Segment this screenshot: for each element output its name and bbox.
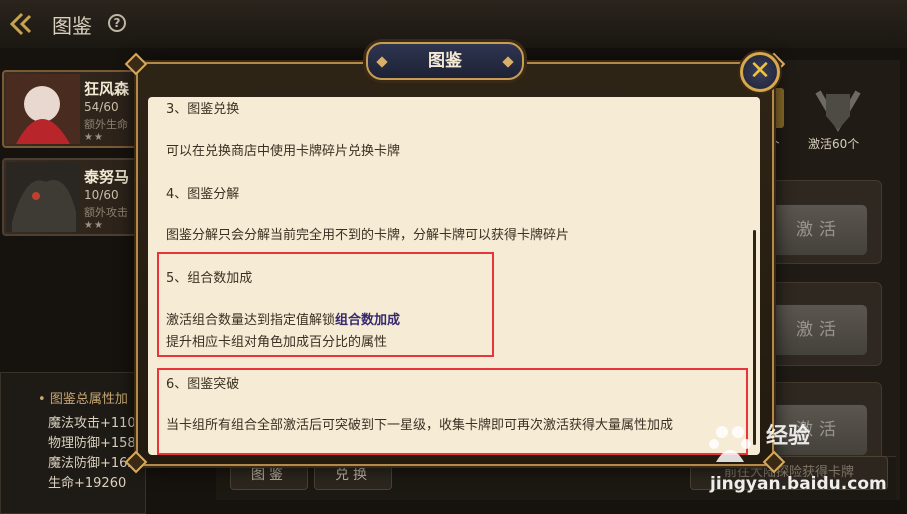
section-heading: 4、图鉴分解	[166, 187, 240, 202]
section-heading: 3、图鉴兑换	[166, 102, 240, 117]
stats-title: • 图鉴总属性加	[38, 392, 128, 407]
close-icon: ✕	[749, 56, 771, 86]
modal-title: 图鉴	[428, 51, 462, 71]
card-count: 10/60	[84, 188, 119, 202]
reward-label: 激活60个	[808, 137, 860, 151]
activate-button[interactable]: 激活	[770, 304, 868, 356]
watermark-url: jingyan.baidu.com	[710, 474, 887, 494]
highlight-box	[157, 368, 748, 455]
card-item[interactable]: 泰努马 10/60 额外攻击 ★★	[2, 158, 144, 236]
page-title: 图鉴	[52, 14, 92, 38]
section-body: 图鉴分解只会分解当前完全用不到的卡牌，分解卡牌可以获得卡牌碎片	[166, 228, 570, 243]
stat-line: 生命+19260	[48, 476, 127, 491]
card-count: 54/60	[84, 100, 119, 114]
card-stars: ★★	[84, 132, 104, 143]
card-name: 泰努马	[84, 168, 130, 186]
section-body: 可以在兑换商店中使用卡牌碎片兑换卡牌	[166, 144, 401, 159]
top-header	[0, 0, 907, 48]
help-icon[interactable]: ?	[108, 14, 126, 32]
activate-button[interactable]: 激活	[770, 204, 868, 256]
stat-line: 物理防御+158	[48, 436, 136, 451]
card-name: 狂风森	[84, 80, 130, 98]
card-desc: 额外生命	[84, 118, 128, 131]
highlight-box	[157, 252, 494, 357]
card-portrait	[6, 74, 80, 144]
stat-line: 魔法攻击+110	[48, 416, 136, 431]
card-portrait	[6, 162, 80, 232]
card-desc: 额外攻击	[84, 206, 128, 219]
close-button[interactable]: ✕	[740, 52, 780, 92]
modal-title-tab: 图鉴	[366, 42, 524, 80]
card-item[interactable]: 狂风森 54/60 额外生命 ★★	[2, 70, 144, 148]
back-arrow-icon[interactable]	[8, 12, 38, 36]
reward-badge-icon	[815, 90, 861, 132]
watermark-brand: 经验	[766, 424, 811, 449]
watermark-logo-icon	[709, 426, 751, 462]
card-stars: ★★	[84, 220, 104, 231]
